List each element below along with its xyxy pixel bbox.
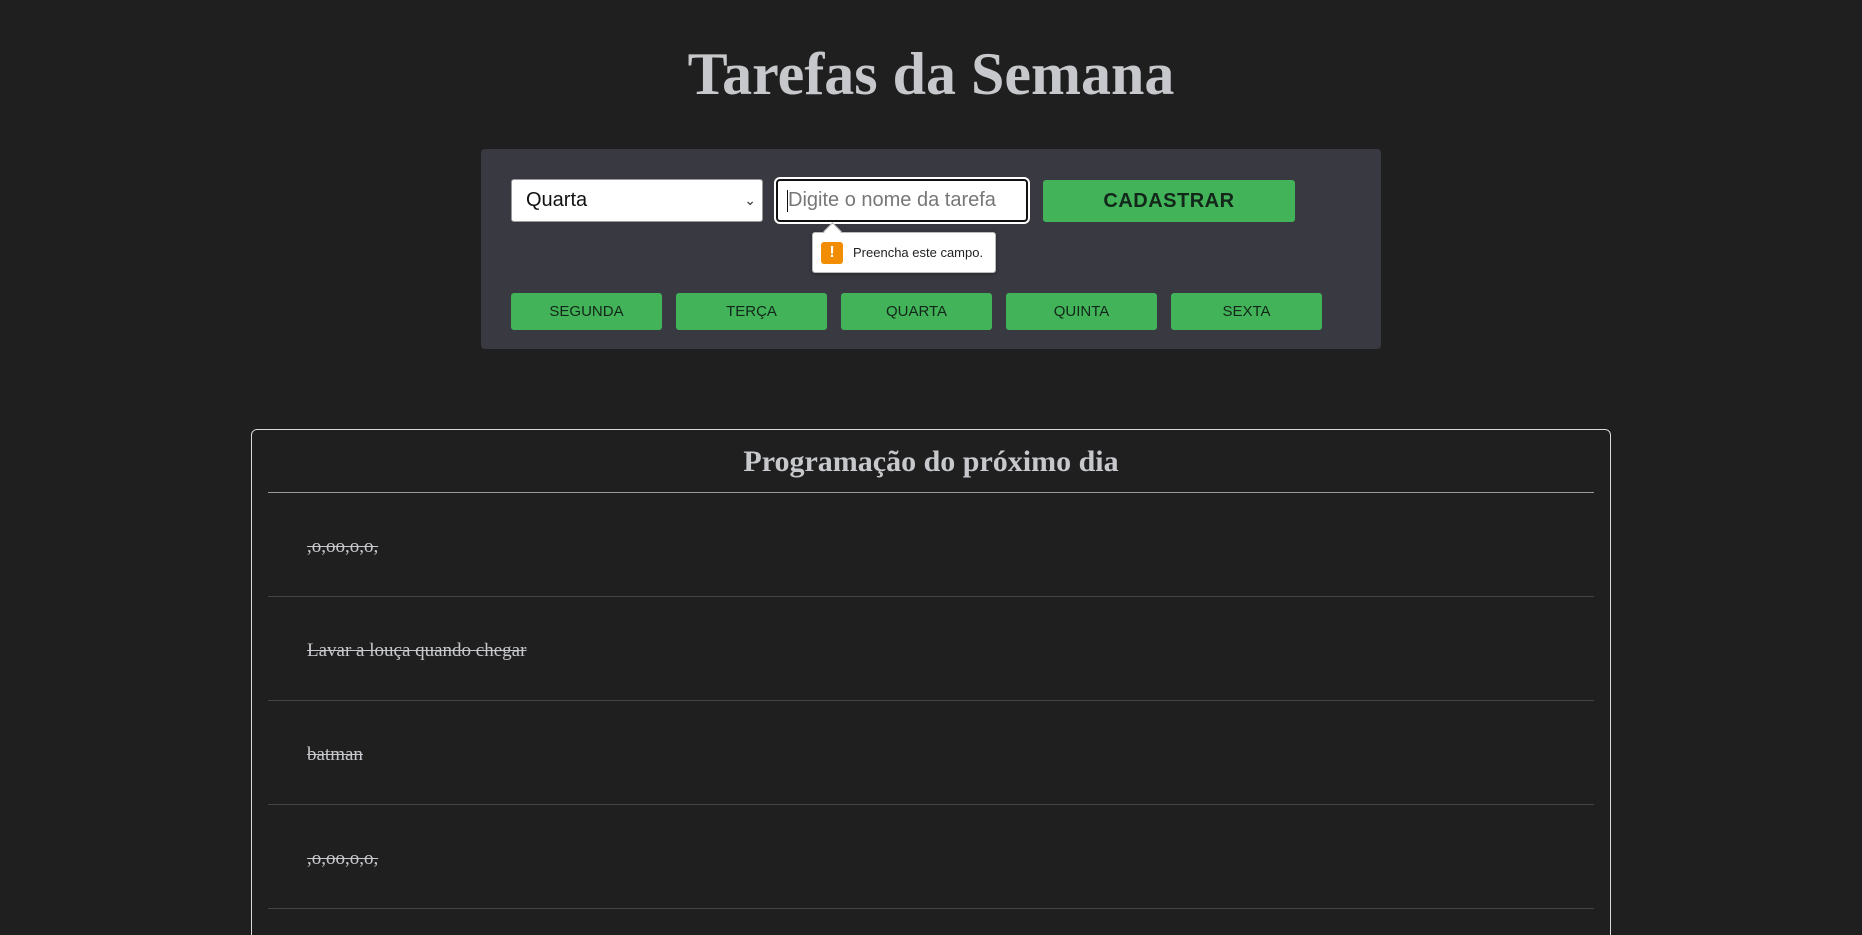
- day-button-segunda[interactable]: SEGUNDA: [511, 293, 662, 330]
- schedule-title: Programação do próximo dia: [743, 445, 1119, 478]
- register-button[interactable]: CADASTRAR: [1043, 180, 1295, 222]
- task-list: ,o,oo,o,o, Lavar a louça quando chegar b…: [268, 493, 1594, 909]
- validation-tooltip: ! Preencha este campo.: [812, 232, 996, 273]
- next-day-schedule: Programação do próximo dia ,o,oo,o,o, La…: [251, 429, 1611, 935]
- task-item[interactable]: ,o,oo,o,o,: [268, 805, 1594, 909]
- task-item[interactable]: ,o,oo,o,o,: [268, 493, 1594, 597]
- text-caret: [787, 190, 788, 212]
- day-select-value: Quarta: [526, 189, 588, 211]
- day-select[interactable]: Quarta ⌄: [511, 179, 763, 222]
- task-text: Lavar a louça quando chegar: [307, 640, 527, 661]
- task-text: ,o,oo,o,o,: [307, 848, 379, 869]
- day-button-terca[interactable]: TERÇA: [676, 293, 827, 330]
- chevron-down-icon: ⌄: [744, 192, 756, 208]
- task-text: batman: [307, 744, 363, 765]
- day-button-quinta[interactable]: QUINTA: [1006, 293, 1157, 330]
- task-form-panel: Quarta ⌄ Digite o nome da tarefa CADASTR…: [481, 149, 1381, 349]
- day-button-sexta[interactable]: SEXTA: [1171, 293, 1322, 330]
- task-item[interactable]: Lavar a louça quando chegar: [268, 597, 1594, 701]
- task-name-input[interactable]: Digite o nome da tarefa: [774, 177, 1030, 224]
- day-button-quarta[interactable]: QUARTA: [841, 293, 992, 330]
- task-item[interactable]: batman: [268, 701, 1594, 805]
- task-text: ,o,oo,o,o,: [307, 536, 379, 557]
- page-title: Tarefas da Semana: [687, 41, 1175, 107]
- validation-message: Preencha este campo.: [853, 245, 984, 260]
- warning-icon: !: [821, 242, 843, 264]
- page: Tarefas da Semana Quarta ⌄ Digite o nome…: [0, 0, 1862, 935]
- task-name-placeholder: Digite o nome da tarefa: [788, 189, 996, 211]
